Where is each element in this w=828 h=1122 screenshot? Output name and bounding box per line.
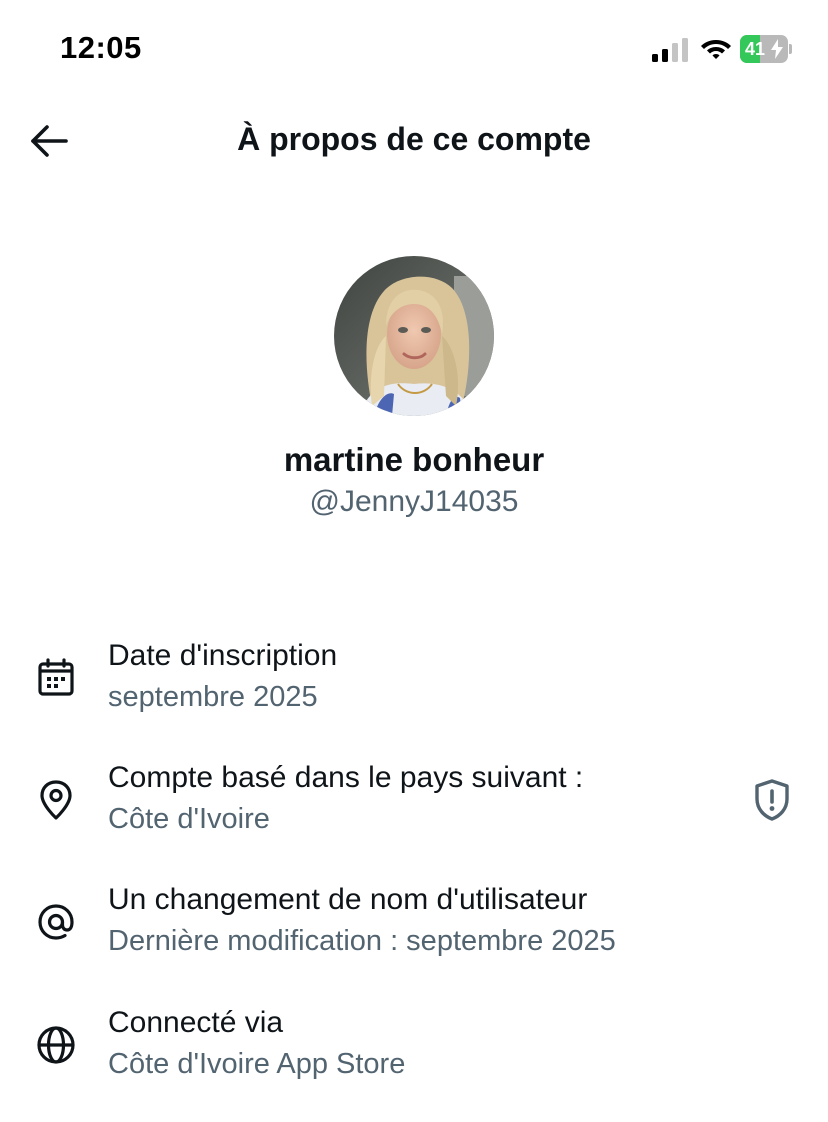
bolt-icon bbox=[771, 39, 783, 59]
status-bar: 12:05 41 bbox=[0, 0, 828, 100]
calendar-icon bbox=[34, 656, 78, 700]
info-row-country: Compte basé dans le pays suivant : Côte … bbox=[0, 756, 828, 866]
info-subtitle: septembre 2025 bbox=[108, 681, 318, 713]
page-title: À propos de ce compte bbox=[237, 121, 591, 157]
info-subtitle: Côte d'Ivoire bbox=[108, 803, 270, 835]
header: À propos de ce compte bbox=[0, 100, 828, 180]
info-row-username-change: Un changement de nom d'utilisateur Derni… bbox=[0, 878, 828, 988]
info-title: Date d'inscription bbox=[108, 639, 338, 672]
location-pin-icon bbox=[34, 778, 78, 822]
display-name: martine bonheur bbox=[283, 441, 545, 478]
cellular-signal-icon bbox=[652, 38, 688, 62]
info-subtitle: Côte d'Ivoire App Store bbox=[108, 1048, 406, 1080]
info-row-connected-via: Connecté via Côte d'Ivoire App Store bbox=[0, 1001, 828, 1111]
info-subtitle: Dernière modification : septembre 2025 bbox=[108, 925, 616, 957]
avatar-photo bbox=[334, 256, 494, 416]
globe-icon bbox=[34, 1023, 78, 1067]
info-row-join-date: Date d'inscription septembre 2025 bbox=[0, 634, 828, 744]
shield-alert-icon[interactable] bbox=[752, 778, 792, 822]
status-time: 12:05 bbox=[60, 30, 142, 65]
wifi-icon bbox=[701, 40, 731, 59]
avatar[interactable] bbox=[334, 256, 494, 416]
info-title: Compte basé dans le pays suivant : bbox=[108, 761, 584, 794]
battery-charging-icon: 41 bbox=[740, 35, 792, 63]
username-handle: @JennyJ14035 bbox=[309, 485, 519, 518]
info-title: Un changement de nom d'utilisateur bbox=[108, 883, 588, 916]
info-title: Connecté via bbox=[108, 1006, 284, 1039]
at-sign-icon bbox=[34, 900, 78, 944]
